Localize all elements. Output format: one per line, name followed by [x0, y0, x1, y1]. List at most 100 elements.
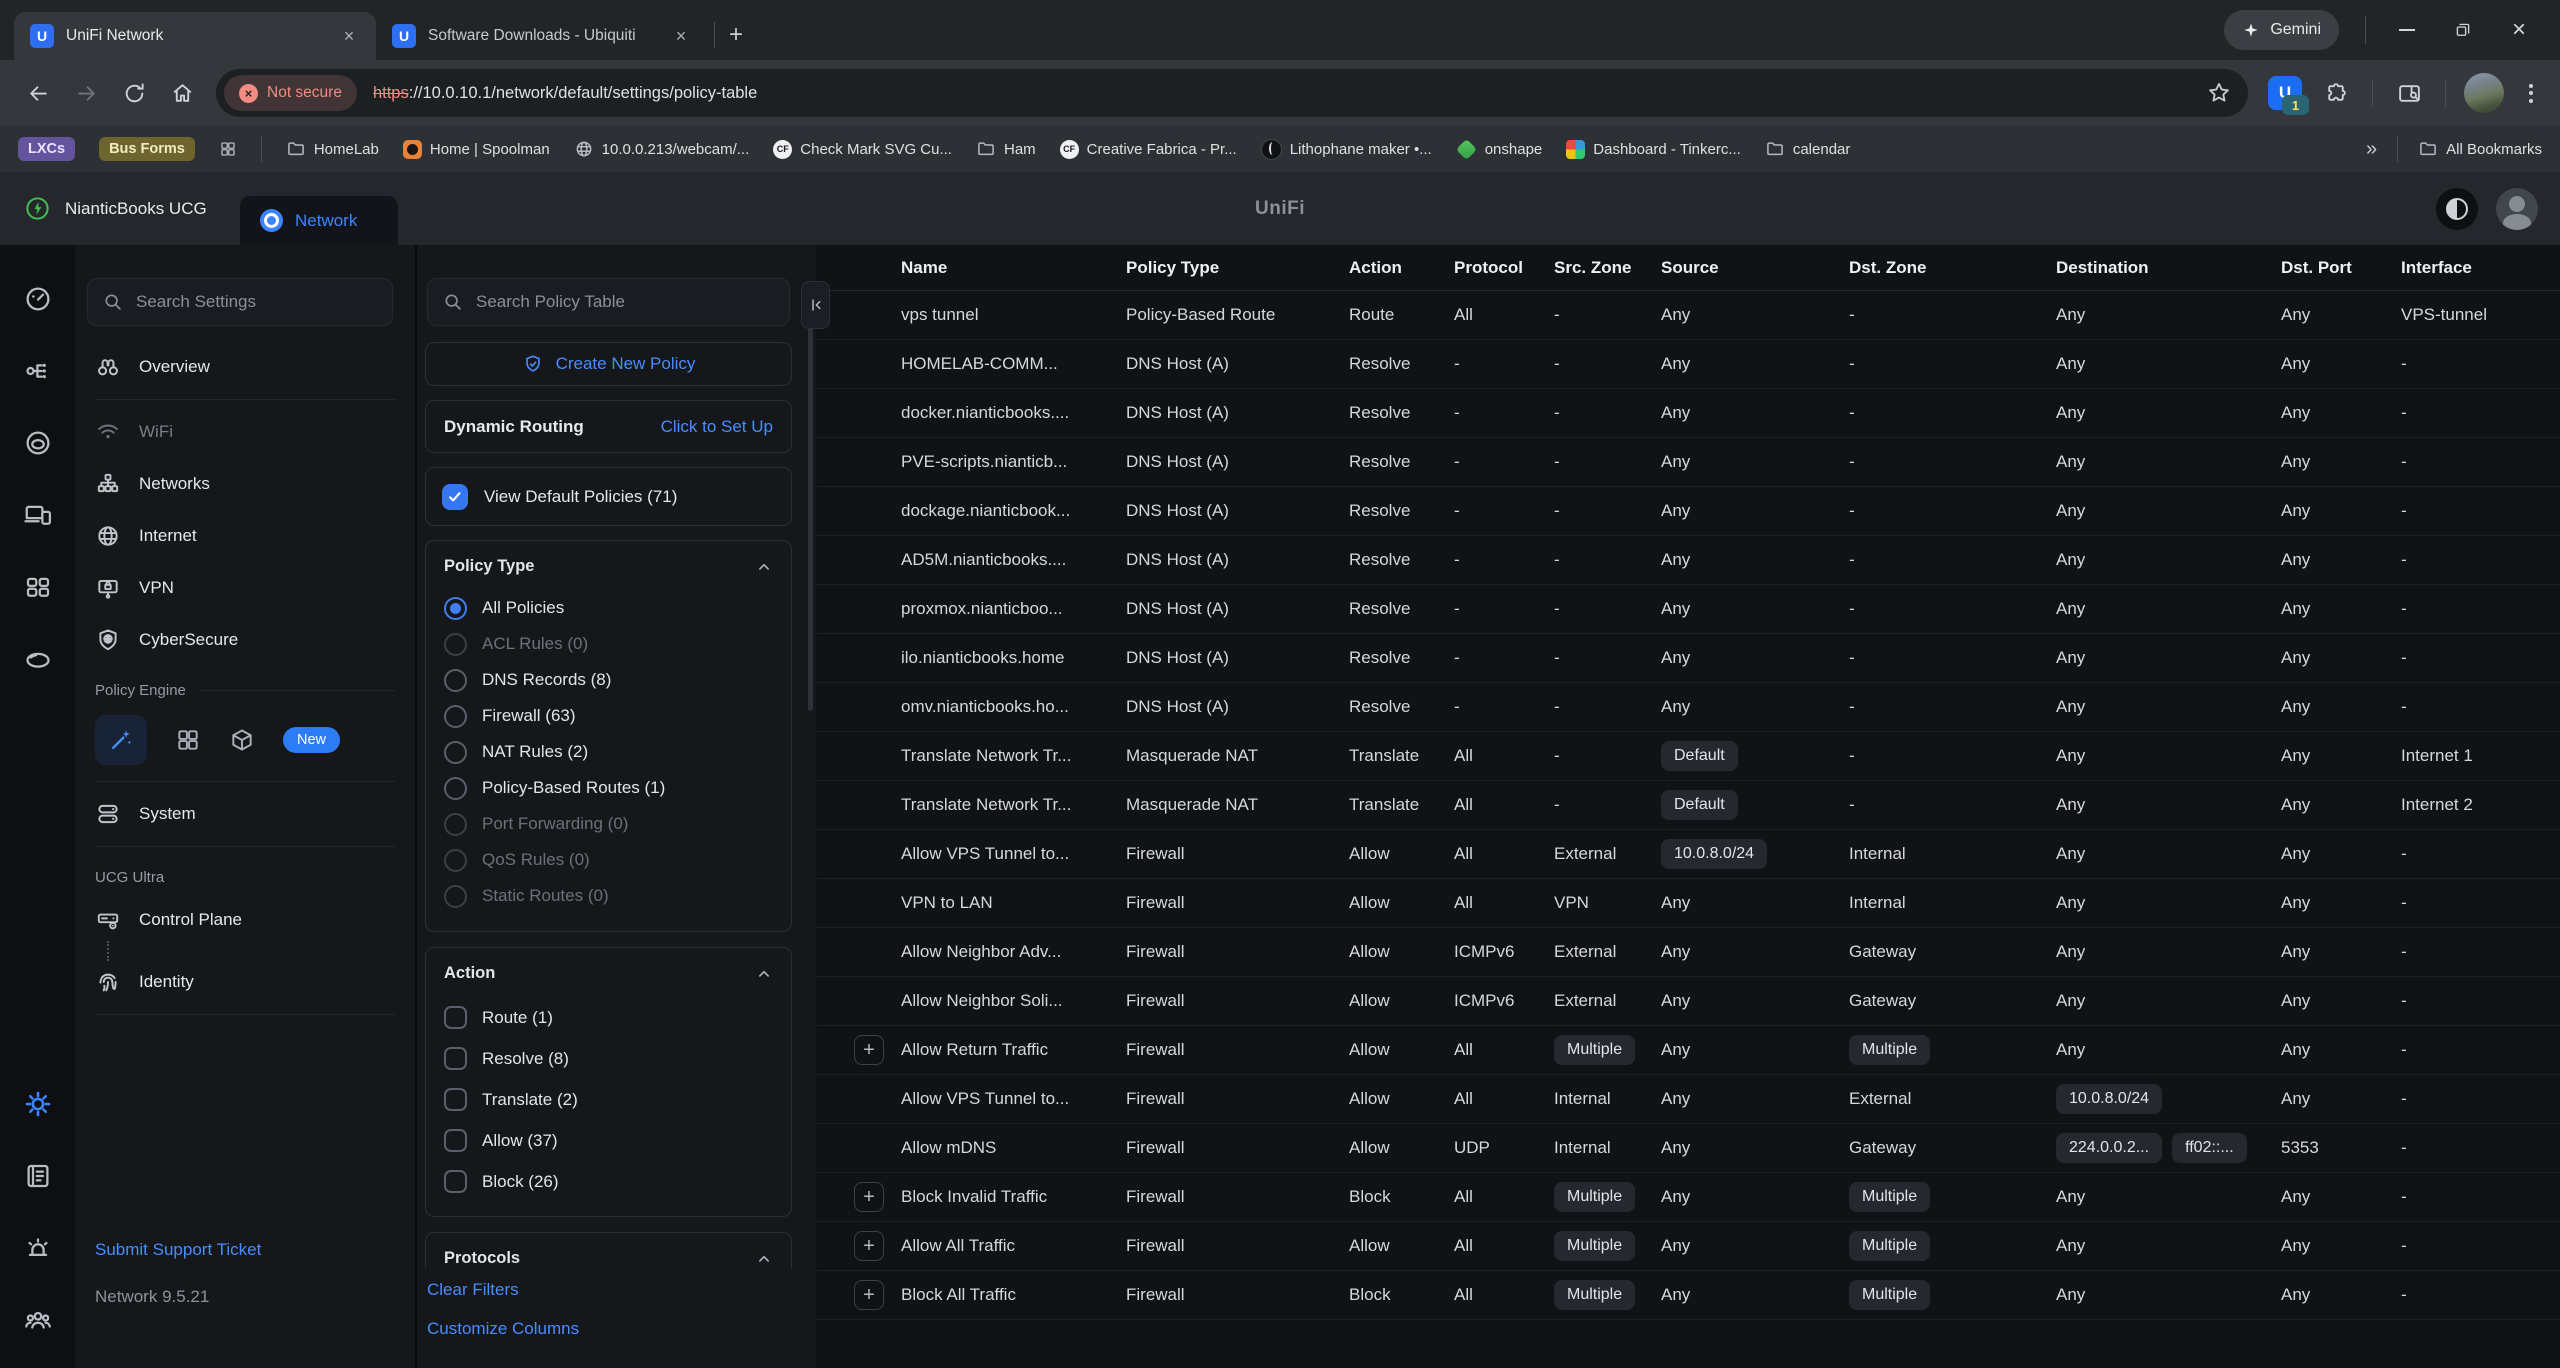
bookmark-item[interactable]: LXCs [18, 137, 75, 161]
policy-engine-wand-button[interactable] [95, 715, 147, 765]
policy-type-option[interactable]: DNS Records (8) [444, 662, 773, 698]
sidebar-item-internet[interactable]: Internet [75, 510, 415, 562]
bookmarks-overflow-icon[interactable]: » [2366, 138, 2377, 161]
column-header[interactable]: Dst. Zone [1849, 258, 2056, 278]
bookmark-item[interactable]: Lithophane maker •... [1261, 139, 1432, 160]
policy-type-option[interactable]: Port Forwarding (0) [444, 806, 773, 842]
browser-menu-icon[interactable] [2516, 78, 2546, 108]
submit-support-ticket-link[interactable]: Submit Support Ticket [95, 1240, 261, 1259]
table-row[interactable]: AD5M.nianticbooks....DNS Host (A)Resolve… [817, 536, 2560, 585]
sidebar-item-wifi[interactable]: WiFi [75, 406, 415, 458]
bookmark-star-icon[interactable] [2206, 80, 2232, 106]
radio-unselected[interactable] [444, 813, 467, 836]
checkbox-unchecked[interactable] [444, 1129, 467, 1152]
gemini-button[interactable]: Gemini [2224, 10, 2339, 50]
dynamic-routing-setup-link[interactable]: Click to Set Up [661, 417, 773, 437]
bookmark-item[interactable]: Bus Forms [99, 137, 195, 161]
table-row[interactable]: Allow VPS Tunnel to...FirewallAllowAllIn… [817, 1075, 2560, 1124]
collapse-panel-button[interactable] [801, 281, 830, 329]
bookmark-item[interactable]: CFCreative Fabrica - Pr... [1060, 140, 1237, 159]
expand-row-button[interactable]: + [854, 1280, 884, 1310]
bookmark-item[interactable]: onshape [1456, 141, 1543, 158]
tab-close-icon[interactable]: × [670, 25, 692, 47]
table-row[interactable]: +Allow All TrafficFirewallAllowAllMultip… [817, 1222, 2560, 1271]
column-header[interactable]: Source [1661, 258, 1849, 278]
radio-unselected[interactable] [444, 633, 467, 656]
action-header[interactable]: Action [444, 964, 773, 983]
clients-icon[interactable] [23, 572, 53, 602]
radio-unselected[interactable] [444, 849, 467, 872]
address-bar[interactable]: × Not secure https://10.0.10.1/network/d… [216, 69, 2248, 117]
table-row[interactable]: dockage.nianticbook...DNS Host (A)Resolv… [817, 487, 2560, 536]
policy-type-option[interactable]: NAT Rules (2) [444, 734, 773, 770]
radio-selected[interactable] [444, 597, 467, 620]
home-button[interactable] [158, 69, 206, 117]
protocols-header[interactable]: Protocols [444, 1249, 773, 1268]
sidebar-item-overview[interactable]: Overview [75, 341, 415, 393]
action-option[interactable]: Block (26) [444, 1161, 773, 1202]
checkbox-unchecked[interactable] [444, 1088, 467, 1111]
extensions-puzzle-icon[interactable] [2312, 69, 2360, 117]
checkbox-unchecked[interactable] [444, 1047, 467, 1070]
close-window-button[interactable]: × [2504, 15, 2534, 45]
site-switcher[interactable]: NianticBooks UCG [24, 172, 207, 245]
bookmark-item[interactable]: CFCheck Mark SVG Cu... [773, 140, 952, 159]
column-header[interactable]: Action [1349, 258, 1454, 278]
table-row[interactable]: docker.nianticbooks....DNS Host (A)Resol… [817, 389, 2560, 438]
table-row[interactable]: +Block Invalid TrafficFirewallBlockAllMu… [817, 1173, 2560, 1222]
column-header[interactable]: Policy Type [1126, 258, 1349, 278]
bookmark-item[interactable]: Ham [976, 139, 1036, 159]
table-row[interactable]: vps tunnelPolicy-Based RouteRouteAll-Any… [817, 291, 2560, 340]
sidebar-item-cybersecure[interactable]: CyberSecure [75, 614, 415, 666]
tab-unifi-network[interactable]: U UniFi Network × [14, 12, 376, 60]
table-row[interactable]: Allow Neighbor Adv...FirewallAllowICMPv6… [817, 928, 2560, 977]
sidebar-item-system[interactable]: System [75, 788, 415, 840]
create-new-policy-button[interactable]: Create New Policy [425, 342, 792, 386]
clear-filters-link[interactable]: Clear Filters [427, 1280, 806, 1300]
policy-engine-cube-button[interactable] [229, 727, 255, 753]
policy-type-option[interactable]: QoS Rules (0) [444, 842, 773, 878]
devices-icon[interactable] [23, 500, 53, 530]
sidebar-item-networks[interactable]: Networks [75, 458, 415, 510]
expand-row-button[interactable]: + [854, 1182, 884, 1212]
table-row[interactable]: omv.nianticbooks.ho...DNS Host (A)Resolv… [817, 683, 2560, 732]
policy-type-option[interactable]: All Policies [444, 590, 773, 626]
admins-icon[interactable] [23, 1305, 53, 1335]
column-header[interactable]: Destination [2056, 258, 2281, 278]
tab-software-downloads[interactable]: U Software Downloads - Ubiquiti × [376, 12, 708, 60]
new-tab-button[interactable]: + [721, 20, 751, 50]
radio-unselected[interactable] [444, 705, 467, 728]
dashboard-icon[interactable] [23, 284, 53, 314]
column-header[interactable]: Dst. Port [2281, 258, 2401, 278]
checkbox-unchecked[interactable] [444, 1006, 467, 1029]
topology-icon[interactable] [23, 356, 53, 386]
sidebar-item-vpn[interactable]: VPN [75, 562, 415, 614]
customize-columns-link[interactable]: Customize Columns [427, 1319, 806, 1339]
view-default-policies-row[interactable]: View Default Policies (71) [425, 467, 792, 526]
profile-avatar[interactable] [2464, 73, 2504, 113]
search-tabs-icon[interactable] [2385, 69, 2433, 117]
sidebar-item-control-plane[interactable]: Control Plane [75, 894, 415, 946]
account-avatar[interactable] [2496, 188, 2538, 230]
network-app-tab[interactable]: Network [240, 196, 398, 245]
ports-icon[interactable] [23, 428, 53, 458]
back-button[interactable] [14, 69, 62, 117]
bookmark-item[interactable]: Home | Spoolman [403, 140, 550, 159]
coverage-icon[interactable] [23, 644, 53, 674]
table-row[interactable]: HOMELAB-COMM...DNS Host (A)Resolve--Any-… [817, 340, 2560, 389]
theme-toggle[interactable] [2436, 188, 2478, 230]
settings-search-input[interactable]: Search Settings [87, 278, 393, 326]
not-secure-badge[interactable]: × Not secure [224, 75, 357, 111]
bookmark-item[interactable]: 10.0.0.213/webcam/... [574, 139, 750, 159]
bookmark-item[interactable] [219, 140, 237, 158]
action-option[interactable]: Allow (37) [444, 1120, 773, 1161]
policy-type-option[interactable]: Policy-Based Routes (1) [444, 770, 773, 806]
column-header[interactable]: Interface [2401, 258, 2560, 278]
policy-type-option[interactable]: ACL Rules (0) [444, 626, 773, 662]
table-row[interactable]: proxmox.nianticboo...DNS Host (A)Resolve… [817, 585, 2560, 634]
checkbox-unchecked[interactable] [444, 1170, 467, 1193]
forward-button[interactable] [62, 69, 110, 117]
tab-close-icon[interactable]: × [338, 25, 360, 47]
bookmark-item[interactable]: Dashboard - Tinkerc... [1566, 140, 1741, 159]
table-row[interactable]: Allow VPS Tunnel to...FirewallAllowAllEx… [817, 830, 2560, 879]
